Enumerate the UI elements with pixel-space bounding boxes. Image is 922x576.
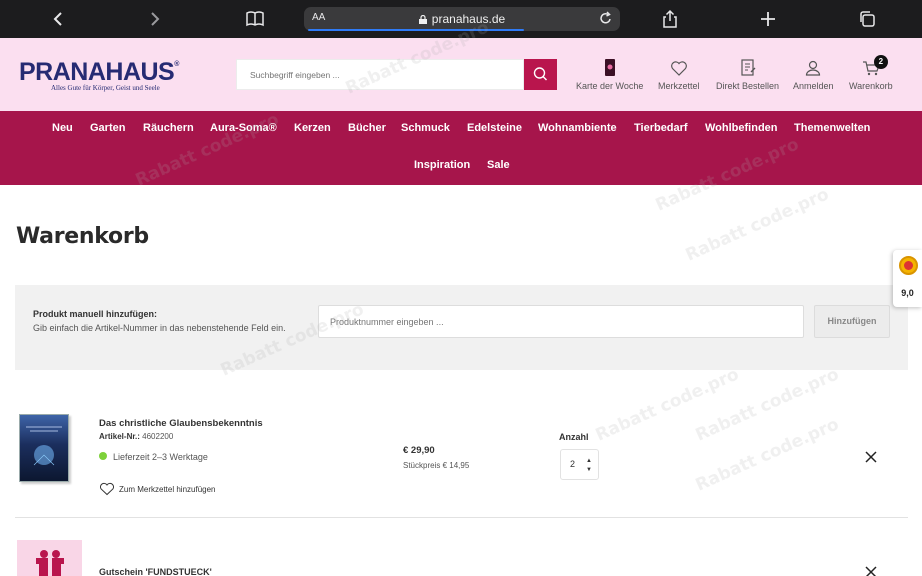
stepper-arrows-icon: ▲ ▼ xyxy=(586,458,592,473)
tabs-icon[interactable] xyxy=(857,9,877,29)
voucher-name[interactable]: Gutschein 'FUNDSTUECK' xyxy=(99,567,212,576)
search-icon xyxy=(533,67,547,81)
item-total-price: € 29,90 xyxy=(403,445,435,456)
rating-score: 9,0 xyxy=(901,288,914,298)
trust-rating-widget[interactable]: 9,0 xyxy=(893,250,922,307)
logo-title: PRANAHAUS® xyxy=(19,58,179,86)
product-number-input[interactable] xyxy=(319,306,803,337)
quantity-label: Anzahl xyxy=(559,432,589,442)
add-product-button[interactable]: Hinzufügen xyxy=(814,305,890,338)
pranahaus-logo[interactable]: PRANAHAUS® Alles Gute für Körper, Geist … xyxy=(19,58,179,92)
address-bar[interactable]: AA pranahaus.de xyxy=(304,7,620,31)
tarot-card-icon xyxy=(604,59,615,76)
reload-icon[interactable] xyxy=(599,10,613,29)
wishlist-label: Merkzettel xyxy=(658,81,700,91)
logo-tagline: Alles Gute für Körper, Geist und Seele xyxy=(51,84,160,92)
cart-label: Warenkorb xyxy=(849,81,893,91)
nav-item-tierbedarf[interactable]: Tierbedarf xyxy=(634,122,688,134)
url-text: pranahaus.de xyxy=(431,12,506,26)
cart-count-badge: 2 xyxy=(873,55,888,69)
page-title: Warenkorb xyxy=(16,224,149,249)
nav-item-themenwelten[interactable]: Themenwelten xyxy=(794,122,870,134)
nav-item-kerzen[interactable]: Kerzen xyxy=(294,122,331,134)
manual-add-description: Gib einfach die Artikel-Nummer in das ne… xyxy=(33,323,286,333)
article-number: Artikel-Nr.: 4602200 xyxy=(99,432,174,441)
order-form-icon xyxy=(740,59,755,76)
browser-toolbar: AA pranahaus.de xyxy=(0,0,922,38)
user-icon xyxy=(806,60,821,76)
item-divider xyxy=(15,517,908,518)
nav-item-raeuchern[interactable]: Räuchern xyxy=(143,122,194,134)
manual-add-panel: Produkt manuell hinzufügen: Gib einfach … xyxy=(15,285,908,370)
nav-item-neu[interactable]: Neu xyxy=(52,122,73,134)
card-of-week-link[interactable]: Karte der Woche xyxy=(576,58,643,91)
nav-item-garten[interactable]: Garten xyxy=(90,122,125,134)
in-stock-dot-icon xyxy=(99,452,107,460)
lock-icon xyxy=(418,15,427,24)
unit-price: Stückpreis € 14,95 xyxy=(403,461,470,470)
login-link[interactable]: Anmelden xyxy=(793,58,834,91)
delivery-status: Lieferzeit 2–3 Werktage xyxy=(99,452,208,462)
manual-add-title: Produkt manuell hinzufügen: xyxy=(33,309,157,319)
quantity-select[interactable]: 2 ▲ ▼ xyxy=(560,449,599,480)
nav-item-sale[interactable]: Sale xyxy=(487,159,510,171)
watermark: Rabatt code.pro xyxy=(682,184,832,266)
nav-item-buecher[interactable]: Bücher xyxy=(348,122,386,134)
direct-order-label: Direkt Bestellen xyxy=(716,81,780,91)
remove-item-icon[interactable] xyxy=(864,450,878,468)
product-number-field[interactable] xyxy=(318,305,804,338)
product-name[interactable]: Das christliche Glaubensbekenntnis xyxy=(99,418,263,429)
login-label: Anmelden xyxy=(793,81,834,91)
product-image[interactable] xyxy=(19,414,69,482)
watermark: Rabatt code.pro xyxy=(692,414,842,496)
wishlist-link[interactable]: Merkzettel xyxy=(658,58,700,91)
heart-icon xyxy=(670,61,687,76)
nav-item-schmuck[interactable]: Schmuck xyxy=(401,122,450,134)
voucher-image[interactable] xyxy=(17,540,82,576)
main-navigation: Neu Garten Räuchern Aura-Soma® Kerzen Bü… xyxy=(0,111,922,185)
heart-icon xyxy=(100,482,114,496)
back-icon[interactable] xyxy=(48,9,68,29)
nav-item-wohlbefinden[interactable]: Wohlbefinden xyxy=(705,122,778,134)
watermark: Rabatt code.pro xyxy=(692,364,842,446)
nav-item-inspiration[interactable]: Inspiration xyxy=(414,159,470,171)
page-load-progress xyxy=(308,29,524,31)
nav-item-aura-soma[interactable]: Aura-Soma® xyxy=(210,122,277,134)
card-of-week-label: Karte der Woche xyxy=(576,81,644,91)
bookmarks-icon[interactable] xyxy=(245,9,265,29)
share-icon[interactable] xyxy=(660,9,680,29)
trust-seal-icon xyxy=(899,256,918,275)
watermark: Rabatt code.pro xyxy=(592,364,742,446)
search-input[interactable] xyxy=(237,60,523,89)
nav-item-edelsteine[interactable]: Edelsteine xyxy=(467,122,522,134)
remove-item-icon[interactable] xyxy=(864,565,878,576)
direct-order-link[interactable]: Direkt Bestellen xyxy=(716,58,779,91)
url-display: pranahaus.de xyxy=(304,12,620,26)
nav-item-wohnambiente[interactable]: Wohnambiente xyxy=(538,122,617,134)
search-field[interactable] xyxy=(236,59,524,90)
shop-header: PRANAHAUS® Alles Gute für Körper, Geist … xyxy=(0,38,922,111)
add-to-wishlist-link[interactable]: Zum Merkzettel hinzufügen xyxy=(99,482,216,496)
search-button[interactable] xyxy=(524,59,557,90)
new-tab-icon[interactable] xyxy=(758,9,778,29)
cart-link[interactable]: 2 Warenkorb xyxy=(849,55,893,91)
forward-icon[interactable] xyxy=(145,9,165,29)
